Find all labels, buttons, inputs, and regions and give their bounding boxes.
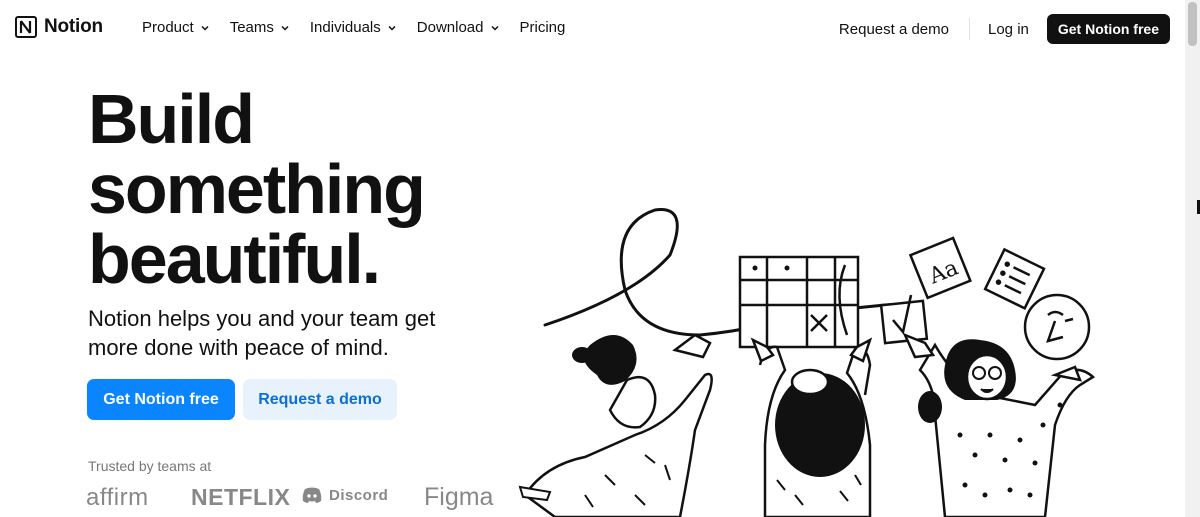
discord-wordmark: Discord bbox=[329, 487, 389, 504]
person-left bbox=[523, 372, 713, 517]
nav-divider bbox=[969, 18, 970, 40]
affirm-logo: affirm bbox=[86, 484, 149, 511]
nav-item-label: Download bbox=[416, 19, 484, 36]
customer-logos: affirm NETFLIX Discord Figma bbox=[86, 483, 506, 517]
nav-item-label: Teams bbox=[229, 19, 274, 36]
nav-item-product[interactable]: Product bbox=[142, 19, 210, 36]
list-card bbox=[983, 247, 1046, 310]
brand-name: Notion bbox=[44, 16, 103, 37]
check-card bbox=[879, 294, 929, 345]
hero-title-line: beautiful. bbox=[88, 220, 381, 298]
hero-subtitle: Notion helps you and your team get more … bbox=[88, 306, 436, 360]
face-circle bbox=[1023, 293, 1091, 361]
discord-logo: Discord bbox=[301, 487, 388, 504]
discord-icon bbox=[302, 487, 322, 503]
nav-item-pricing[interactable]: Pricing bbox=[520, 19, 566, 36]
nav-item-download[interactable]: Download bbox=[417, 19, 500, 36]
hero-title-line: Build bbox=[88, 80, 255, 158]
figma-logo: Figma bbox=[424, 483, 494, 511]
scrollbar-thumb[interactable] bbox=[1188, 2, 1197, 46]
chevron-down-icon bbox=[490, 25, 499, 31]
notion-logo-link[interactable]: Notion bbox=[14, 15, 103, 39]
top-navigation: Notion Product Teams Individuals Downloa… bbox=[0, 0, 1185, 58]
nav-item-label: Individuals bbox=[309, 19, 381, 36]
login-link[interactable]: Log in bbox=[988, 21, 1029, 38]
nav-item-individuals[interactable]: Individuals bbox=[310, 19, 397, 36]
nav-item-teams[interactable]: Teams bbox=[230, 19, 290, 36]
request-demo-link[interactable]: Request a demo bbox=[839, 21, 949, 38]
notion-logo-icon bbox=[15, 16, 37, 38]
chevron-down-icon bbox=[201, 25, 209, 31]
nav-actions: Request a demo Log in Get Notion free bbox=[839, 14, 1170, 44]
hero-title: Build something beautiful. bbox=[88, 84, 548, 294]
trusted-by-label: Trusted by teams at bbox=[88, 458, 212, 474]
chevron-down-icon bbox=[281, 25, 289, 31]
page-scrollbar[interactable] bbox=[1185, 0, 1200, 517]
chevron-down-icon bbox=[388, 25, 396, 31]
nav-item-label: Product bbox=[142, 19, 194, 36]
nav-item-label: Pricing bbox=[519, 19, 566, 36]
main-menu: Product Teams Individuals Download Prici… bbox=[142, 19, 585, 36]
netflix-logo: NETFLIX bbox=[191, 484, 291, 510]
get-notion-free-nav-button[interactable]: Get Notion free bbox=[1046, 14, 1170, 44]
request-demo-button[interactable]: Request a demo bbox=[243, 379, 397, 420]
hero-illustration: Aa bbox=[518, 208, 1096, 517]
get-notion-free-button[interactable]: Get Notion free bbox=[87, 379, 235, 420]
hero-title-line: something bbox=[88, 150, 426, 228]
